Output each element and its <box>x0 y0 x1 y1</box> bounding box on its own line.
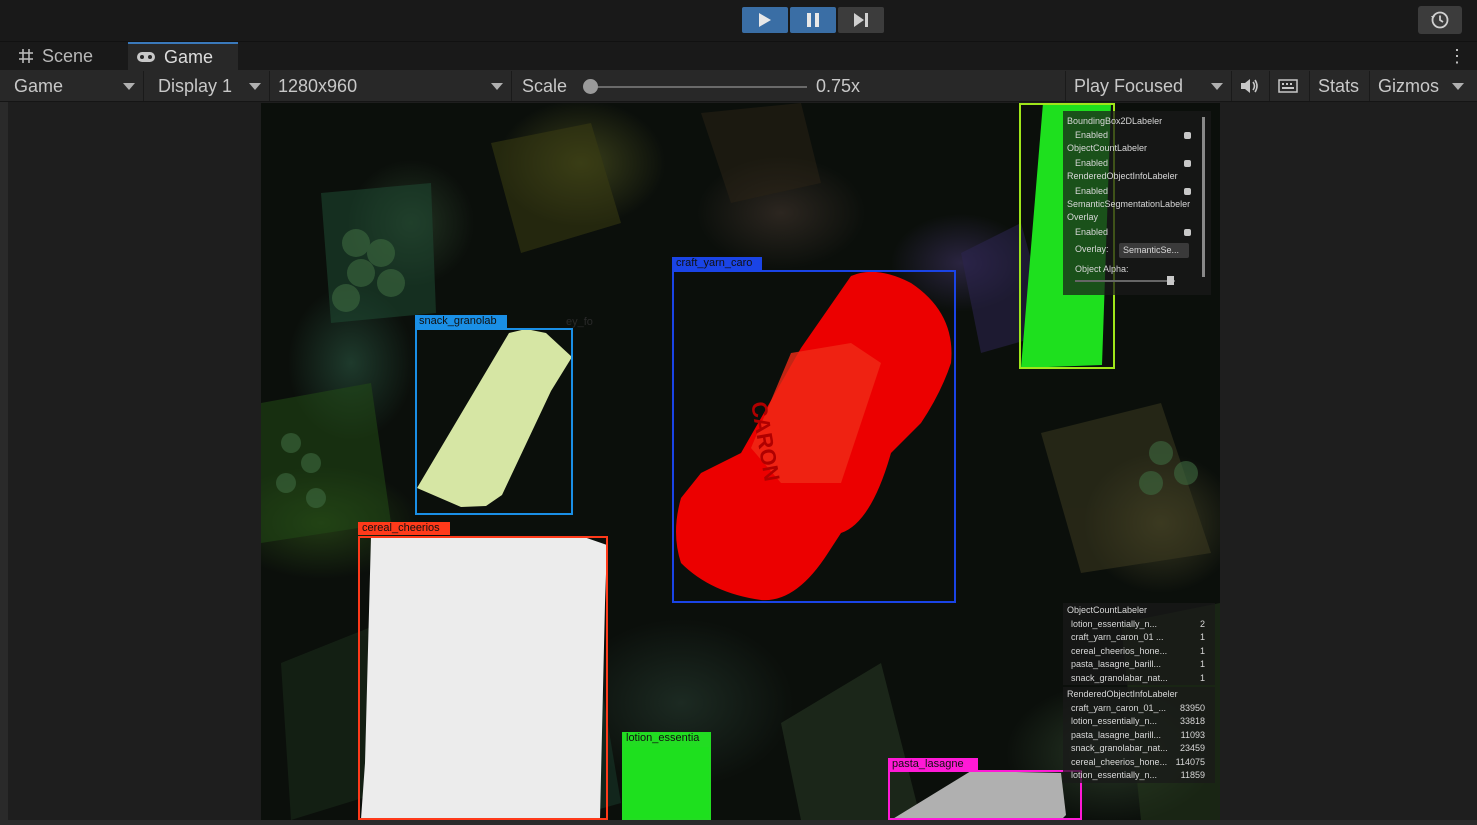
list-item: snack_granolabar_nat... 23459 <box>1071 743 1205 753</box>
labeler-row: Enabled <box>1063 129 1211 142</box>
play-mode-dropdown[interactable]: Play Focused <box>1066 71 1232 101</box>
gizmos-dropdown[interactable]: Gizmos <box>1370 71 1472 101</box>
view-mode-value: Game <box>14 75 64 96</box>
tab-scene-label: Scene <box>42 45 94 66</box>
overlay-row: Overlay: SemanticSe... <box>1063 243 1211 258</box>
bbox-cereal-cheerios <box>358 536 608 820</box>
list-item: craft_yarn_caron_01 ... 1 <box>1071 632 1205 642</box>
play-icon <box>759 13 771 27</box>
bbox-label-craft-yarn: craft_yarn_caro <box>672 257 762 270</box>
list-item: cereal_cheerios_hone... 1 <box>1071 646 1205 656</box>
enabled-toggle[interactable] <box>1184 188 1191 195</box>
overlay-dropdown[interactable]: SemanticSe... <box>1119 243 1189 258</box>
stats-button[interactable]: Stats <box>1310 71 1370 101</box>
labeler-row: RenderedObjectInfoLabeler <box>1067 171 1178 181</box>
list-item: pasta_lasagne_barill... 1 <box>1071 659 1205 669</box>
labeler-row: Enabled <box>1063 157 1211 170</box>
display-value: Display 1 <box>158 75 233 96</box>
chevron-down-icon <box>123 83 135 90</box>
step-icon <box>854 13 868 27</box>
editor-tab-bar: Scene Game ⋮ <box>0 42 1477 70</box>
enabled-toggle[interactable] <box>1184 160 1191 167</box>
display-dropdown[interactable]: Display 1 <box>150 71 270 101</box>
bbox-craft-yarn <box>672 270 956 603</box>
bottom-edge <box>0 820 1477 825</box>
tab-scene[interactable]: Scene <box>0 42 126 70</box>
occluded-label-fragment: ey_fo <box>566 316 593 328</box>
resolution-dropdown[interactable]: 1280x960 <box>270 71 512 101</box>
pause-button[interactable] <box>790 7 836 33</box>
labeler-row: Overlay <box>1067 212 1099 222</box>
panel-scrollbar[interactable] <box>1202 117 1205 277</box>
bbox-pasta-lasagne <box>888 770 1082 820</box>
bbox-label-pasta-lasagne: pasta_lasagne <box>888 758 978 771</box>
chevron-down-icon <box>491 83 503 90</box>
labeler-settings-panel: BoundingBox2DLabeler Enabled ObjectCount… <box>1063 111 1211 295</box>
main-toolbar <box>0 0 1477 42</box>
play-mode-value: Play Focused <box>1074 75 1184 96</box>
enabled-toggle[interactable] <box>1184 132 1191 139</box>
play-button[interactable] <box>742 7 788 33</box>
scale-slider-track[interactable] <box>590 86 807 88</box>
tab-game-label: Game <box>164 46 214 67</box>
more-options-icon[interactable]: ⋮ <box>1448 46 1466 67</box>
list-item: lotion_essentially_n... 33818 <box>1071 716 1205 726</box>
tab-game[interactable]: Game <box>128 42 238 70</box>
object-alpha-slider-handle[interactable] <box>1167 276 1174 285</box>
bbox-label-snack-granola: snack_granolab <box>415 315 507 328</box>
bbox-label-cereal-cheerios: cereal_cheerios <box>358 522 450 535</box>
scale-label: Scale <box>522 75 568 96</box>
game-view-toolbar: Game Display 1 1280x960 Scale 0.75x Play… <box>0 70 1477 102</box>
history-button[interactable] <box>1418 6 1462 34</box>
bbox-lotion-essential <box>622 745 711 820</box>
bbox-label-lotion-essential: lotion_essentia <box>622 732 711 745</box>
mute-audio-button[interactable] <box>1232 71 1270 101</box>
speaker-icon <box>1241 79 1258 93</box>
chevron-down-icon <box>249 83 261 90</box>
object-alpha-slider[interactable] <box>1075 280 1175 282</box>
list-item: lotion_essentially_n... 11859 <box>1071 770 1205 780</box>
labeler-row: SemanticSegmentationLabeler <box>1067 199 1191 209</box>
labeler-row: BoundingBox2DLabeler <box>1067 116 1163 126</box>
gizmos-label: Gizmos <box>1378 75 1440 96</box>
grid-icon <box>19 49 33 63</box>
scale-value: 0.75x <box>816 76 861 96</box>
game-viewport[interactable]: CARON ey_fo craft_yarn_caro snack_granol… <box>261 103 1220 820</box>
rendered-object-info-panel: RenderedObjectInfoLabeler craft_yarn_car… <box>1063 687 1215 783</box>
chevron-down-icon <box>1211 83 1223 90</box>
stats-label: Stats <box>1318 75 1360 96</box>
alpha-row: Object Alpha: <box>1075 264 1129 274</box>
history-icon <box>1431 11 1449 29</box>
gamepad-icon <box>137 52 155 62</box>
object-count-panel: ObjectCountLabeler lotion_essentially_n.… <box>1063 603 1215 685</box>
pause-icon <box>807 13 819 27</box>
labeler-row: Enabled <box>1063 185 1211 198</box>
enabled-toggle[interactable] <box>1184 229 1191 236</box>
playmode-controls <box>742 7 884 33</box>
panel-title: ObjectCountLabeler <box>1067 605 1148 615</box>
labeler-row: ObjectCountLabeler <box>1067 143 1148 153</box>
view-mode-dropdown[interactable]: Game <box>6 71 144 101</box>
keyboard-icon <box>1278 79 1298 93</box>
left-edge-panel <box>0 102 8 825</box>
scale-slider-handle[interactable] <box>583 79 598 94</box>
labeler-row: Enabled <box>1063 226 1211 239</box>
list-item: cereal_cheerios_hone... 114075 <box>1071 757 1205 767</box>
resolution-value: 1280x960 <box>278 75 358 96</box>
panel-title: RenderedObjectInfoLabeler <box>1067 689 1178 699</box>
list-item: craft_yarn_caron_01_... 83950 <box>1071 703 1205 713</box>
list-item: pasta_lasagne_barill... 11093 <box>1071 730 1205 740</box>
bbox-snack-granola <box>415 328 573 515</box>
list-item: snack_granolabar_nat... 1 <box>1071 673 1205 683</box>
step-button[interactable] <box>838 7 884 33</box>
chevron-down-icon <box>1452 83 1464 90</box>
keyboard-shortcuts-button[interactable] <box>1270 71 1310 101</box>
list-item: lotion_essentially_n... 2 <box>1071 619 1205 629</box>
